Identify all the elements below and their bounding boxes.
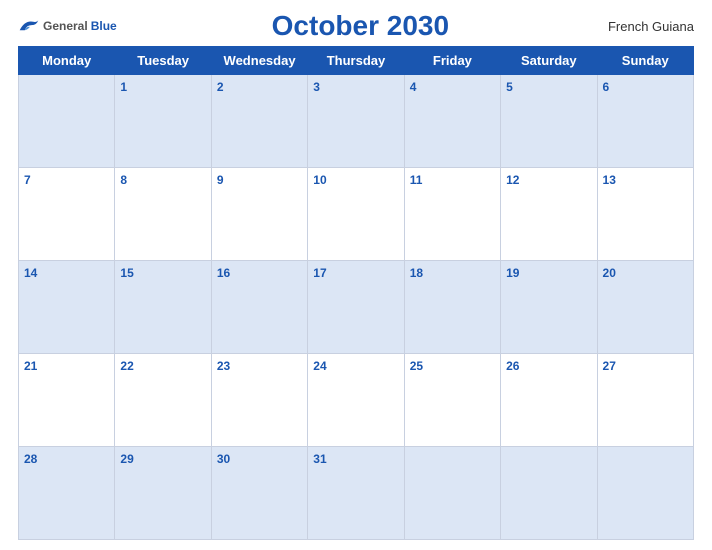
day-number: 29	[120, 452, 133, 466]
weekday-header-wednesday: Wednesday	[211, 47, 307, 75]
calendar-day-18: 18	[404, 261, 500, 354]
calendar-day-23: 23	[211, 354, 307, 447]
weekday-header-sunday: Sunday	[597, 47, 693, 75]
day-number: 7	[24, 173, 31, 187]
logo: General Blue	[18, 18, 117, 34]
day-number: 30	[217, 452, 230, 466]
day-number: 6	[603, 80, 610, 94]
day-number: 13	[603, 173, 616, 187]
day-number: 5	[506, 80, 513, 94]
day-number: 23	[217, 359, 230, 373]
day-number: 16	[217, 266, 230, 280]
calendar-day-31: 31	[308, 447, 404, 540]
day-number: 18	[410, 266, 423, 280]
calendar-day-27: 27	[597, 354, 693, 447]
logo-bird-icon	[18, 18, 40, 34]
calendar-day-11: 11	[404, 168, 500, 261]
day-number: 22	[120, 359, 133, 373]
calendar-title: October 2030	[272, 10, 449, 42]
calendar-day-8: 8	[115, 168, 211, 261]
calendar-empty-cell	[404, 447, 500, 540]
calendar-day-13: 13	[597, 168, 693, 261]
calendar-week-row: 14 15 16 17 18 19 20	[19, 261, 694, 354]
calendar-week-row: 21 22 23 24 25 26 27	[19, 354, 694, 447]
day-number: 21	[24, 359, 37, 373]
calendar-day-4: 4	[404, 75, 500, 168]
calendar-day-9: 9	[211, 168, 307, 261]
calendar-day-21: 21	[19, 354, 115, 447]
calendar-day-28: 28	[19, 447, 115, 540]
calendar-week-row: 1 2 3 4 5 6	[19, 75, 694, 168]
day-number: 27	[603, 359, 616, 373]
calendar-day-30: 30	[211, 447, 307, 540]
day-number: 26	[506, 359, 519, 373]
calendar-day-6: 6	[597, 75, 693, 168]
day-number: 11	[410, 173, 423, 187]
calendar-day-25: 25	[404, 354, 500, 447]
weekday-header-thursday: Thursday	[308, 47, 404, 75]
calendar-day-10: 10	[308, 168, 404, 261]
calendar-day-7: 7	[19, 168, 115, 261]
calendar-week-row: 7 8 9 10 11 12 13	[19, 168, 694, 261]
weekday-header-tuesday: Tuesday	[115, 47, 211, 75]
weekday-header-saturday: Saturday	[501, 47, 597, 75]
calendar-empty-cell	[19, 75, 115, 168]
logo-general-text: General	[43, 19, 88, 33]
day-number: 15	[120, 266, 133, 280]
calendar-day-16: 16	[211, 261, 307, 354]
calendar-day-29: 29	[115, 447, 211, 540]
calendar-day-14: 14	[19, 261, 115, 354]
day-number: 19	[506, 266, 519, 280]
region-label: French Guiana	[604, 19, 694, 34]
day-number: 10	[313, 173, 326, 187]
calendar-table: MondayTuesdayWednesdayThursdayFridaySatu…	[18, 46, 694, 540]
calendar-day-3: 3	[308, 75, 404, 168]
weekday-header-row: MondayTuesdayWednesdayThursdayFridaySatu…	[19, 47, 694, 75]
calendar-day-12: 12	[501, 168, 597, 261]
day-number: 14	[24, 266, 37, 280]
calendar-empty-cell	[597, 447, 693, 540]
day-number: 28	[24, 452, 37, 466]
day-number: 2	[217, 80, 224, 94]
calendar-day-19: 19	[501, 261, 597, 354]
logo-blue-text: Blue	[91, 19, 117, 33]
calendar-day-2: 2	[211, 75, 307, 168]
calendar-day-15: 15	[115, 261, 211, 354]
calendar-day-1: 1	[115, 75, 211, 168]
day-number: 4	[410, 80, 417, 94]
calendar-day-22: 22	[115, 354, 211, 447]
calendar-header: General Blue October 2030 French Guiana	[18, 10, 694, 42]
day-number: 8	[120, 173, 127, 187]
calendar-day-17: 17	[308, 261, 404, 354]
day-number: 25	[410, 359, 423, 373]
weekday-header-monday: Monday	[19, 47, 115, 75]
day-number: 20	[603, 266, 616, 280]
weekday-header-friday: Friday	[404, 47, 500, 75]
calendar-day-20: 20	[597, 261, 693, 354]
day-number: 3	[313, 80, 320, 94]
day-number: 12	[506, 173, 519, 187]
calendar-day-24: 24	[308, 354, 404, 447]
calendar-day-5: 5	[501, 75, 597, 168]
day-number: 1	[120, 80, 127, 94]
calendar-week-row: 28 29 30 31	[19, 447, 694, 540]
day-number: 17	[313, 266, 326, 280]
day-number: 9	[217, 173, 224, 187]
day-number: 24	[313, 359, 326, 373]
calendar-empty-cell	[501, 447, 597, 540]
day-number: 31	[313, 452, 326, 466]
calendar-day-26: 26	[501, 354, 597, 447]
